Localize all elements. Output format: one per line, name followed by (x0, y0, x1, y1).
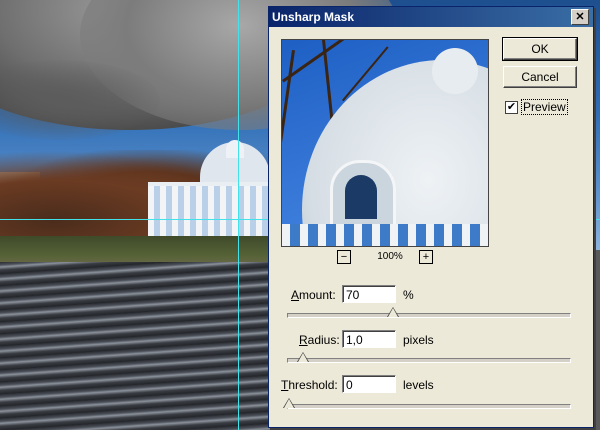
preview-trim (282, 224, 488, 246)
zoom-percent: 100% (377, 251, 403, 262)
plus-icon: + (422, 250, 430, 263)
amount-slider-track[interactable] (287, 313, 571, 318)
dialog-title: Unsharp Mask (272, 10, 355, 24)
water (0, 262, 270, 430)
threshold-label: Threshold: (281, 378, 338, 392)
preview-image[interactable] (281, 39, 489, 247)
zoom-in-button[interactable]: + (419, 250, 433, 264)
ok-button-label: OK (531, 42, 549, 56)
preview-window-glass (345, 175, 377, 219)
zoom-out-button[interactable]: − (337, 250, 351, 264)
ok-button[interactable]: OK (502, 37, 578, 61)
pavilion-cupola (226, 140, 244, 158)
close-icon: ✕ (575, 10, 585, 23)
dialog-titlebar[interactable]: Unsharp Mask ✕ (269, 7, 593, 27)
amount-slider-thumb[interactable] (388, 308, 399, 317)
cancel-button[interactable]: Cancel (503, 66, 577, 88)
radius-slider-thumb[interactable] (298, 353, 309, 362)
amount-unit: % (403, 288, 414, 302)
radius-unit: pixels (403, 333, 434, 347)
preview-label: Preview (521, 99, 568, 115)
threshold-field[interactable]: 0 (342, 375, 396, 393)
vertical-guide-line[interactable] (238, 0, 239, 430)
cancel-button-label: Cancel (521, 70, 559, 84)
zoom-controls: − 100% + (337, 250, 437, 266)
amount-field[interactable]: 70 (342, 285, 396, 303)
amount-label: Amount: (291, 288, 336, 302)
unsharp-mask-dialog: Unsharp Mask ✕ OK Cancel ✔ Preview − 100… (268, 6, 594, 428)
threshold-slider-thumb[interactable] (284, 399, 294, 408)
close-button[interactable]: ✕ (571, 9, 589, 25)
preview-checkbox[interactable]: ✔ (505, 100, 518, 114)
threshold-unit: levels (403, 378, 434, 392)
radius-slider-track[interactable] (287, 358, 571, 363)
preview-cupola (432, 48, 478, 94)
threshold-slider-track[interactable] (287, 404, 571, 409)
preview-checkbox-row[interactable]: ✔ Preview (505, 99, 568, 115)
radius-field[interactable]: 1,0 (342, 330, 396, 348)
minus-icon: − (340, 250, 348, 263)
radius-label: Radius: (299, 333, 340, 347)
